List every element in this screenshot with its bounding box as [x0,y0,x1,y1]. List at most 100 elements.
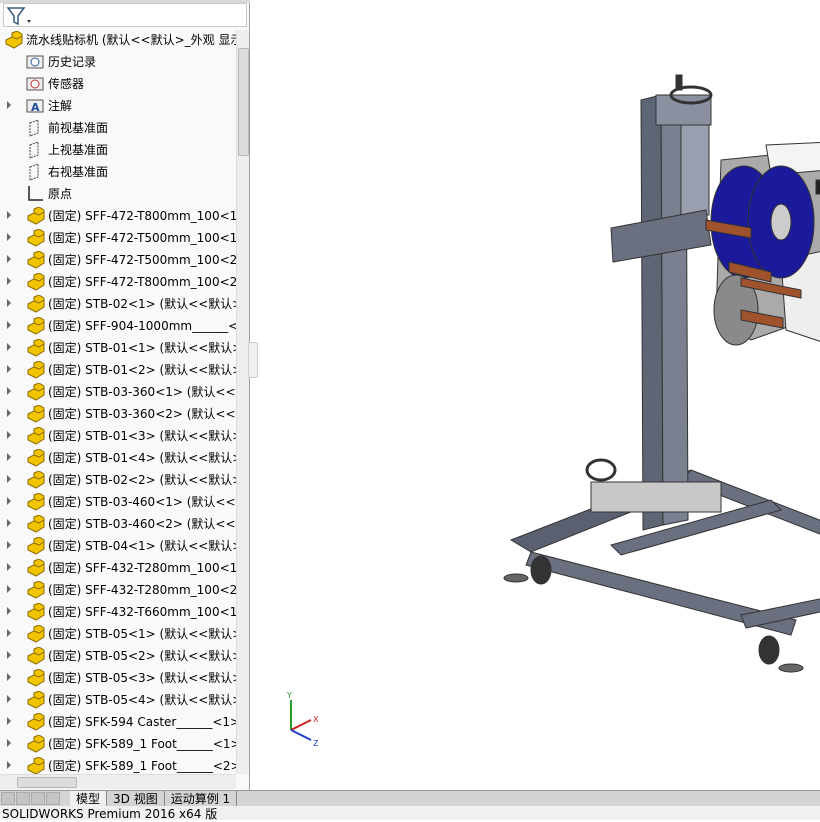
expand-arrow-icon[interactable] [7,409,11,417]
tree-item[interactable]: (固定) STB-03-460<1> (默认<<默 [0,490,236,512]
assembly-model: Y X Z [286,74,820,748]
tab-model[interactable]: 模型 [70,790,108,807]
expand-arrow-icon[interactable] [7,101,11,109]
tree-item[interactable]: (固定) STB-05<2> (默认<<默认>_ [0,644,236,666]
expand-arrow-icon[interactable] [7,607,11,615]
expand-arrow-icon[interactable] [7,563,11,571]
expand-arrow-icon[interactable] [7,453,11,461]
expand-arrow-icon[interactable] [7,321,11,329]
tree-item[interactable]: (固定) STB-01<3> (默认<<默认>_ [0,424,236,446]
tree-item[interactable]: (固定) STB-05<4> (默认<<默认>_ [0,688,236,710]
tree-item[interactable]: (固定) SFF-432-T280mm_100<2> [0,578,236,600]
next-tab-button[interactable] [31,792,45,805]
prev-tab-button[interactable] [16,792,30,805]
part-icon [26,580,45,599]
expand-arrow-icon[interactable] [7,365,11,373]
expand-arrow-icon[interactable] [7,739,11,747]
tree-item[interactable]: (固定) STB-05<3> (默认<<默认>_ [0,666,236,688]
tree-item[interactable]: (固定) STB-04<1> (默认<<默认>_ [0,534,236,556]
first-tab-button[interactable] [1,792,15,805]
expand-arrow-icon[interactable] [7,585,11,593]
expand-arrow-icon[interactable] [7,519,11,527]
graphics-area[interactable]: Y X Z [251,0,820,790]
part-icon [26,734,45,753]
tree-item[interactable]: (固定) STB-03-360<2> (默认<<默 [0,402,236,424]
expand-arrow-icon[interactable] [7,761,11,769]
tree-item[interactable]: (固定) STB-01<2> (默认<<默认>_ [0,358,236,380]
tree-item[interactable]: (固定) STB-01<4> (默认<<默认>_ [0,446,236,468]
tree-item[interactable]: 原点 [0,182,236,204]
tree-item[interactable]: (固定) STB-03-360<1> (默认<<默 [0,380,236,402]
filter-icon[interactable] [6,5,32,27]
tree-item-label: 注解 [48,98,73,113]
vertical-scrollbar[interactable] [236,30,249,774]
tree-item[interactable]: 传感器 [0,72,236,94]
expand-arrow-icon[interactable] [7,497,11,505]
axis-y-label: Y [286,691,292,700]
filter-bar[interactable] [3,3,247,27]
tree-item[interactable]: (固定) SFF-904-1000mm______<1 [0,314,236,336]
expand-arrow-icon[interactable] [7,651,11,659]
scroll-thumb[interactable] [17,777,77,788]
part-icon [26,536,45,555]
tree-item[interactable]: (固定) SFF-472-T500mm_100<2> [0,248,236,270]
scroll-thumb[interactable] [238,48,249,156]
tree-item[interactable]: (固定) SFK-589_1 Foot______<1> [0,732,236,754]
part-icon [26,228,45,247]
tree-item-label: 流水线贴标机 (默认<<默认>_外观 显示 [26,32,236,47]
tree-item-label: (固定) STB-05<2> (默认<<默认>_ [48,648,236,663]
tab-3d-view[interactable]: 3D 视图 [107,790,165,807]
expand-arrow-icon[interactable] [7,717,11,725]
part-icon [26,558,45,577]
last-tab-button[interactable] [46,792,60,805]
tree-item[interactable]: (固定) SFF-472-T800mm_100<1> [0,204,236,226]
tab-motion-study[interactable]: 运动算例 1 [165,790,238,807]
tree-item-label: (固定) SFF-432-T280mm_100<1> [48,560,236,575]
tree-item-label: (固定) STB-05<4> (默认<<默认>_ [48,692,236,707]
expand-arrow-icon[interactable] [7,541,11,549]
part-icon [26,426,45,445]
axis-triad: Y X Z [286,691,319,748]
part-icon [26,624,45,643]
part-icon [26,360,45,379]
expand-arrow-icon[interactable] [7,255,11,263]
tree-item[interactable]: (固定) STB-02<2> (默认<<默认>_ [0,468,236,490]
expand-arrow-icon[interactable] [7,233,11,241]
panel-splitter-handle[interactable] [248,342,258,378]
tree-item[interactable]: (固定) SFF-472-T800mm_100<2> [0,270,236,292]
expand-arrow-icon[interactable] [7,695,11,703]
tree-item[interactable]: 流水线贴标机 (默认<<默认>_外观 显示 [0,28,236,50]
tree-item[interactable]: (固定) STB-01<1> (默认<<默认>_ [0,336,236,358]
tree-item[interactable]: 前视基准面 [0,116,236,138]
expand-arrow-icon[interactable] [7,277,11,285]
tree-item[interactable]: 右视基准面 [0,160,236,182]
part-icon [26,272,45,291]
tree-item[interactable]: (固定) SFK-594 Caster______<1> [0,710,236,732]
tree-item[interactable]: A 注解 [0,94,236,116]
part-icon [26,668,45,687]
tree-item-label: (固定) SFF-472-T800mm_100<2> [48,274,236,289]
tree-item[interactable]: (固定) STB-05<1> (默认<<默认>_ [0,622,236,644]
tree-item[interactable]: (固定) SFF-472-T500mm_100<1> [0,226,236,248]
expand-arrow-icon[interactable] [7,673,11,681]
tree-item-label: (固定) SFF-472-T500mm_100<2> [48,252,236,267]
tree-item[interactable]: (固定) SFF-432-T280mm_100<1> [0,556,236,578]
tree-item[interactable]: (固定) SFK-589_1 Foot______<2> [0,754,236,774]
tree-item[interactable]: 历史记录 [0,50,236,72]
expand-arrow-icon[interactable] [7,387,11,395]
tree-item[interactable]: (固定) STB-02<1> (默认<<默认>_ [0,292,236,314]
origin-icon [26,185,44,201]
expand-arrow-icon[interactable] [7,475,11,483]
expand-arrow-icon[interactable] [7,299,11,307]
tree-item[interactable]: (固定) STB-03-460<2> (默认<<默 [0,512,236,534]
expand-arrow-icon[interactable] [7,629,11,637]
tree-item-label: (固定) STB-01<2> (默认<<默认>_ [48,362,236,377]
expand-arrow-icon[interactable] [7,431,11,439]
tree-item[interactable]: 上视基准面 [0,138,236,160]
expand-arrow-icon[interactable] [7,343,11,351]
expand-arrow-icon[interactable] [7,211,11,219]
tree-item[interactable]: (固定) SFF-432-T660mm_100<1> [0,600,236,622]
history-folder-icon [26,53,44,69]
plane-icon [26,119,44,137]
horizontal-scrollbar[interactable] [0,774,236,789]
